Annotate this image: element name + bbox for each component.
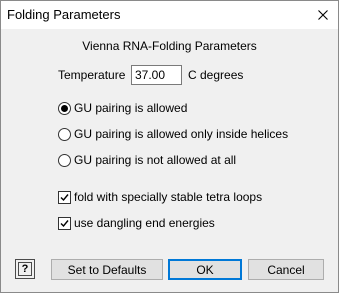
folding-parameters-dialog: Folding Parameters Vienna RNA-Folding Pa… <box>0 0 339 293</box>
title-bar[interactable]: Folding Parameters <box>1 1 338 29</box>
cancel-button[interactable]: Cancel <box>248 259 324 280</box>
help-button[interactable]: ? <box>15 259 35 279</box>
gu-allowed-label: GU pairing is allowed <box>74 101 188 115</box>
checkbox-checked[interactable] <box>58 216 71 230</box>
radio-button[interactable] <box>58 153 71 167</box>
radio-button-selected[interactable] <box>58 101 71 115</box>
temperature-input[interactable] <box>131 65 182 85</box>
dialog-heading: Vienna RNA-Folding Parameters <box>82 39 257 53</box>
checkmark-icon <box>60 193 69 201</box>
checkmark-icon <box>60 219 69 227</box>
ok-button[interactable]: OK <box>168 259 242 280</box>
close-button[interactable] <box>308 1 338 29</box>
dangling-end-label: use dangling end energies <box>74 216 215 230</box>
help-icon: ? <box>18 262 32 276</box>
checkbox-checked[interactable] <box>58 190 71 204</box>
gu-not-allowed-label: GU pairing is not allowed at all <box>74 153 237 167</box>
gu-inside-helices-label: GU pairing is allowed only inside helice… <box>74 127 289 141</box>
temperature-label: Temperature <box>58 68 126 82</box>
temperature-unit-label: C degrees <box>188 68 244 82</box>
set-to-defaults-button[interactable]: Set to Defaults <box>51 259 163 280</box>
radio-button[interactable] <box>58 127 71 141</box>
dangling-end-checkbox[interactable]: use dangling end energies <box>58 215 215 231</box>
gu-not-allowed-radio[interactable]: GU pairing is not allowed at all <box>58 152 236 168</box>
gu-allowed-radio[interactable]: GU pairing is allowed <box>58 100 187 116</box>
tetra-loops-label: fold with specially stable tetra loops <box>74 190 263 204</box>
gu-inside-helices-radio[interactable]: GU pairing is allowed only inside helice… <box>58 126 288 142</box>
window-title: Folding Parameters <box>7 7 121 22</box>
close-icon <box>318 10 328 20</box>
tetra-loops-checkbox[interactable]: fold with specially stable tetra loops <box>58 189 262 205</box>
